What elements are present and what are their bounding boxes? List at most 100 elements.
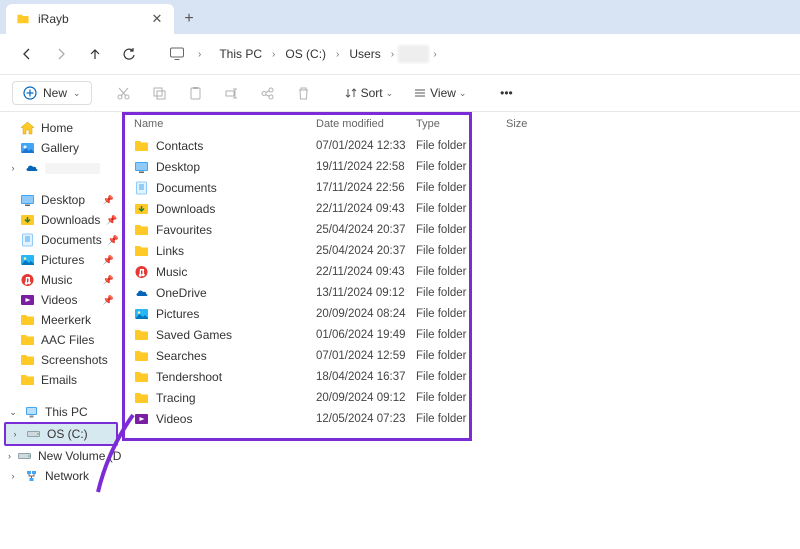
sidebar-item[interactable]: Music📌 xyxy=(4,270,118,290)
folder-icon xyxy=(20,313,35,327)
file-type: File folder xyxy=(416,224,476,236)
tab-bar: iRayb ✕ + xyxy=(0,0,800,34)
column-type[interactable]: Type xyxy=(416,118,476,130)
sidebar-item-label: New Volume (D:) xyxy=(38,449,122,463)
active-tab[interactable]: iRayb ✕ xyxy=(6,4,174,34)
videos-icon xyxy=(134,412,150,426)
breadcrumb-item[interactable]: Users xyxy=(343,43,386,65)
copy-button[interactable] xyxy=(144,79,176,107)
table-row[interactable]: Saved Games01/06/2024 19:49File folder xyxy=(122,324,800,345)
sidebar-item[interactable]: Meerkerk xyxy=(4,310,118,330)
sort-button[interactable]: Sort ⌄ xyxy=(336,82,402,104)
sidebar-item-label: OS (C:) xyxy=(47,427,88,441)
column-date[interactable]: Date modified xyxy=(316,118,416,130)
sidebar-item-label: Videos xyxy=(41,293,77,307)
new-tab-button[interactable]: + xyxy=(174,4,204,34)
up-button[interactable] xyxy=(80,39,110,69)
table-row[interactable]: Searches07/01/2024 12:59File folder xyxy=(122,345,800,366)
sidebar-item[interactable]: Screenshots xyxy=(4,350,118,370)
sidebar-item-label: Home xyxy=(41,121,73,135)
sidebar-item-home[interactable]: Home xyxy=(4,118,118,138)
sidebar: Home Gallery › Desktop📌Downloads📌Documen… xyxy=(0,112,122,549)
chevron-right-icon[interactable]: › xyxy=(10,429,20,439)
back-button[interactable] xyxy=(12,39,42,69)
file-type: File folder xyxy=(416,413,476,425)
view-button[interactable]: View ⌄ xyxy=(405,82,474,104)
sidebar-item-gallery[interactable]: Gallery xyxy=(4,138,118,158)
pin-icon: 📌 xyxy=(103,295,114,306)
file-type: File folder xyxy=(416,245,476,257)
file-type: File folder xyxy=(416,371,476,383)
table-row[interactable]: Desktop19/11/2024 22:58File folder xyxy=(122,156,800,177)
breadcrumb-item[interactable]: This PC xyxy=(213,43,268,65)
pin-icon: 📌 xyxy=(106,215,117,226)
breadcrumb-item[interactable]: OS (C:) xyxy=(279,43,332,65)
sort-label: Sort xyxy=(361,86,383,100)
sidebar-item[interactable]: Pictures📌 xyxy=(4,250,118,270)
tab-close-button[interactable]: ✕ xyxy=(150,12,164,26)
sidebar-item[interactable]: Videos 📌 xyxy=(4,290,118,310)
share-button[interactable] xyxy=(252,79,284,107)
table-row[interactable]: Tracing20/09/2024 09:12File folder xyxy=(122,387,800,408)
table-row[interactable]: Favourites25/04/2024 20:37File folder xyxy=(122,219,800,240)
file-date: 01/06/2024 19:49 xyxy=(316,329,416,341)
delete-button[interactable] xyxy=(288,79,320,107)
file-type: File folder xyxy=(416,287,476,299)
chevron-right-icon[interactable]: › xyxy=(8,451,11,461)
sidebar-item-label: Gallery xyxy=(41,141,79,155)
sidebar-item[interactable]: AAC Files xyxy=(4,330,118,350)
cut-button[interactable] xyxy=(108,79,140,107)
breadcrumb-item-redacted[interactable] xyxy=(398,45,429,63)
pictures-icon xyxy=(20,253,35,267)
table-row[interactable]: Documents17/11/2024 22:56File folder xyxy=(122,177,800,198)
chevron-right-icon[interactable]: › xyxy=(8,163,18,173)
file-name: Searches xyxy=(156,349,316,363)
sort-icon xyxy=(344,86,358,100)
column-headers: Name Date modified Type Size xyxy=(122,112,800,135)
chevron-down-icon[interactable]: ⌄ xyxy=(8,407,18,418)
file-date: 25/04/2024 20:37 xyxy=(316,224,416,236)
chevron-right-icon[interactable]: › xyxy=(8,471,18,481)
sidebar-item-drive[interactable]: ›New Volume (D:) xyxy=(4,446,118,466)
location-monitor-icon[interactable] xyxy=(162,39,192,69)
rename-button[interactable] xyxy=(216,79,248,107)
forward-button[interactable] xyxy=(46,39,76,69)
content: Home Gallery › Desktop📌Downloads📌Documen… xyxy=(0,112,800,549)
file-date: 20/09/2024 08:24 xyxy=(316,308,416,320)
sidebar-item-thispc[interactable]: ⌄ This PC xyxy=(4,402,118,422)
table-row[interactable]: Links25/04/2024 20:37File folder xyxy=(122,240,800,261)
file-type: File folder xyxy=(416,266,476,278)
sidebar-item-onedrive[interactable]: › xyxy=(4,158,118,178)
sidebar-item[interactable]: Downloads📌 xyxy=(4,210,118,230)
documents-icon xyxy=(20,233,35,247)
sidebar-item-drive[interactable]: › OS (C:) xyxy=(4,422,118,446)
file-name: Music xyxy=(156,265,316,279)
sidebar-item[interactable]: Desktop📌 xyxy=(4,190,118,210)
chevron-down-icon: ⌄ xyxy=(73,88,81,99)
file-type: File folder xyxy=(416,182,476,194)
table-row[interactable]: Music22/11/2024 09:43File folder xyxy=(122,261,800,282)
column-name[interactable]: Name xyxy=(134,118,316,130)
column-size[interactable]: Size xyxy=(506,118,566,130)
new-button[interactable]: New ⌄ xyxy=(12,81,92,105)
more-button[interactable]: ••• xyxy=(490,79,522,107)
table-row[interactable]: OneDrive13/11/2024 09:12File folder xyxy=(122,282,800,303)
table-row[interactable]: Downloads22/11/2024 09:43File folder xyxy=(122,198,800,219)
chevron-right-icon: › xyxy=(431,49,438,60)
table-row[interactable]: Contacts07/01/2024 12:33File folder xyxy=(122,135,800,156)
chevron-right-icon: › xyxy=(270,49,277,60)
music-icon xyxy=(20,273,35,287)
sidebar-item[interactable]: Documents📌 xyxy=(4,230,118,250)
sidebar-item-network[interactable]: › Network xyxy=(4,466,118,486)
table-row[interactable]: Pictures20/09/2024 08:24File folder xyxy=(122,303,800,324)
table-row[interactable]: Tendershoot18/04/2024 16:37File folder xyxy=(122,366,800,387)
file-date: 22/11/2024 09:43 xyxy=(316,203,416,215)
paste-button[interactable] xyxy=(180,79,212,107)
refresh-button[interactable] xyxy=(114,39,144,69)
file-date: 13/11/2024 09:12 xyxy=(316,287,416,299)
desktop-icon xyxy=(20,193,35,207)
file-name: Documents xyxy=(156,181,316,195)
file-date: 19/11/2024 22:58 xyxy=(316,161,416,173)
table-row[interactable]: Videos12/05/2024 07:23File folder xyxy=(122,408,800,429)
sidebar-item[interactable]: Emails xyxy=(4,370,118,390)
